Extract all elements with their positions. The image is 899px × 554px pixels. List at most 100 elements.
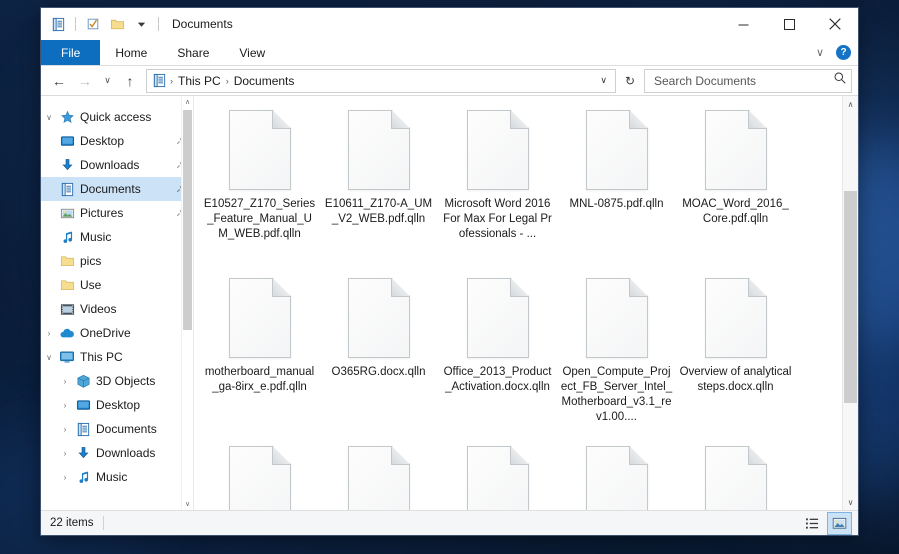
sidebar-item-label: Pictures bbox=[80, 206, 124, 220]
navigation-pane-scrollbar[interactable]: ∧ ∨ bbox=[181, 96, 193, 510]
file-item[interactable] bbox=[438, 442, 557, 510]
file-item[interactable]: motherboard_manual_ga-8irx_e.pdf.qlln bbox=[200, 274, 319, 442]
minimize-button[interactable] bbox=[720, 8, 766, 40]
sidebar-group-this-pc[interactable]: ∨ This PC bbox=[41, 345, 193, 369]
file-item[interactable]: Overview of analytical steps.docx.qlln bbox=[676, 274, 795, 442]
address-dropdown-chevron-down-icon[interactable]: ∨ bbox=[594, 75, 613, 86]
new-folder-icon[interactable] bbox=[107, 14, 127, 34]
collapse-ribbon-chevron-down-icon[interactable]: ∨ bbox=[812, 46, 828, 59]
content-scroll-up-button[interactable]: ∧ bbox=[843, 96, 858, 112]
file-name-label: motherboard_manual_ga-8irx_e.pdf.qlln bbox=[204, 366, 315, 393]
recent-locations-chevron-down-icon[interactable]: ∨ bbox=[99, 70, 116, 92]
refresh-button[interactable]: ↻ bbox=[621, 74, 639, 88]
sidebar-item-documents-pc[interactable]: › Documents bbox=[41, 417, 193, 441]
sidebar-item-music[interactable]: Music bbox=[41, 225, 193, 249]
sidebar-item-label: 3D Objects bbox=[96, 374, 156, 388]
title-bar: Documents bbox=[41, 8, 858, 40]
sidebar-item-label: Music bbox=[80, 230, 112, 244]
sidebar-item-music-pc[interactable]: › Music bbox=[41, 465, 193, 489]
file-item[interactable]: Office_2013_Product_Activation.docx.qlln bbox=[438, 274, 557, 442]
search-box[interactable] bbox=[644, 68, 852, 93]
file-item[interactable]: E10527_Z170_Series_Feature_Manual_UM_WEB… bbox=[200, 106, 319, 274]
search-input[interactable] bbox=[652, 72, 833, 89]
file-item[interactable]: Microsoft Word 2016 For Max For Legal Pr… bbox=[438, 106, 557, 274]
sidebar-item-downloads-pc[interactable]: › Downloads bbox=[41, 441, 193, 465]
chevron-down-icon[interactable]: ∨ bbox=[41, 113, 57, 122]
back-button[interactable]: ← bbox=[47, 70, 71, 92]
sidebar-item-pics[interactable]: pics bbox=[41, 249, 193, 273]
tab-home[interactable]: Home bbox=[100, 40, 162, 65]
chevron-down-icon[interactable]: ∨ bbox=[41, 353, 57, 362]
sidebar-item-use[interactable]: Use bbox=[41, 273, 193, 297]
up-button[interactable]: ↑ bbox=[118, 70, 142, 92]
blank-file-icon bbox=[466, 109, 530, 190]
content-scroll-down-button[interactable]: ∨ bbox=[843, 494, 858, 510]
sidebar-group-onedrive[interactable]: › OneDrive bbox=[41, 321, 193, 345]
ribbon-tabs: File Home Share View ∨ ? bbox=[41, 40, 858, 66]
music-icon bbox=[57, 230, 77, 245]
tab-file[interactable]: File bbox=[41, 40, 101, 65]
chevron-right-icon[interactable]: › bbox=[57, 377, 73, 386]
sidebar-group-quick-access[interactable]: ∨ Quick access bbox=[41, 105, 193, 129]
sidebar-item-downloads[interactable]: Downloads bbox=[41, 153, 193, 177]
file-list-pane[interactable]: E10527_Z170_Series_Feature_Manual_UM_WEB… bbox=[194, 96, 858, 510]
file-item[interactable]: O365RG.docx.qlln bbox=[319, 274, 438, 442]
blank-file-icon bbox=[585, 277, 649, 358]
tab-view[interactable]: View bbox=[224, 40, 280, 65]
cube-icon bbox=[73, 374, 93, 389]
forward-button[interactable]: → bbox=[73, 70, 97, 92]
desktop-icon bbox=[57, 134, 77, 149]
chevron-right-icon[interactable]: › bbox=[57, 449, 73, 458]
monitor-icon bbox=[57, 350, 77, 365]
file-item[interactable]: Open_Compute_Project_FB_Server_Intel_Mot… bbox=[557, 274, 676, 442]
file-name-label: Open_Compute_Project_FB_Server_Intel_Mot… bbox=[560, 366, 673, 423]
close-button[interactable] bbox=[812, 8, 858, 40]
sidebar-item-documents[interactable]: Documents bbox=[41, 177, 193, 201]
file-name-label: O365RG.docx.qlln bbox=[331, 366, 426, 378]
file-item[interactable] bbox=[319, 442, 438, 510]
videos-icon bbox=[57, 302, 77, 317]
nav-scroll-down-button[interactable]: ∨ bbox=[182, 498, 193, 510]
file-item[interactable] bbox=[200, 442, 319, 510]
chevron-right-icon[interactable]: › bbox=[57, 473, 73, 482]
explorer-body: ∨ Quick access Desktop Downloads Documen… bbox=[41, 95, 858, 510]
sidebar-item-desktop[interactable]: Desktop bbox=[41, 129, 193, 153]
breadcrumb-this-pc[interactable]: This PC bbox=[174, 74, 225, 88]
customize-qat-chevron-down-icon[interactable] bbox=[131, 14, 151, 34]
file-item[interactable] bbox=[557, 442, 676, 510]
file-item[interactable] bbox=[676, 442, 795, 510]
maximize-button[interactable] bbox=[766, 8, 812, 40]
chevron-right-icon[interactable]: › bbox=[57, 425, 73, 434]
tab-share[interactable]: Share bbox=[162, 40, 224, 65]
content-scrollbar[interactable]: ∧ ∨ bbox=[842, 96, 858, 510]
item-count-label: 22 items bbox=[50, 517, 94, 529]
content-scrollbar-thumb[interactable] bbox=[844, 191, 857, 403]
nav-scrollbar-thumb[interactable] bbox=[183, 110, 192, 330]
blank-file-icon bbox=[466, 277, 530, 358]
sidebar-item-pictures[interactable]: Pictures bbox=[41, 201, 193, 225]
nav-scroll-up-button[interactable]: ∧ bbox=[182, 96, 193, 108]
search-icon[interactable] bbox=[833, 71, 847, 90]
view-buttons bbox=[801, 511, 852, 535]
blank-file-icon bbox=[704, 445, 768, 510]
sidebar-item-label: Downloads bbox=[96, 446, 156, 460]
blank-file-icon bbox=[704, 277, 768, 358]
properties-icon[interactable] bbox=[83, 14, 103, 34]
sidebar-item-videos[interactable]: Videos bbox=[41, 297, 193, 321]
address-bar[interactable]: › This PC › Documents ∨ bbox=[146, 68, 616, 93]
blank-file-icon bbox=[347, 277, 411, 358]
sidebar-item-desktop-pc[interactable]: › Desktop bbox=[41, 393, 193, 417]
chevron-right-icon[interactable]: › bbox=[41, 329, 57, 338]
documents-icon[interactable] bbox=[48, 14, 68, 34]
file-item[interactable]: MOAC_Word_2016_Core.pdf.qlln bbox=[676, 106, 795, 274]
file-item[interactable]: MNL-0875.pdf.qlln bbox=[557, 106, 676, 274]
details-view-button[interactable] bbox=[801, 513, 824, 534]
breadcrumb-documents[interactable]: Documents bbox=[230, 74, 299, 88]
help-icon[interactable]: ? bbox=[836, 45, 851, 60]
chevron-right-icon[interactable]: › bbox=[57, 401, 73, 410]
sidebar-item-label: Desktop bbox=[96, 398, 141, 412]
large-icons-view-button[interactable] bbox=[827, 511, 852, 535]
sidebar-item-3d-objects[interactable]: › 3D Objects bbox=[41, 369, 193, 393]
file-item[interactable]: E10611_Z170-A_UM_V2_WEB.pdf.qlln bbox=[319, 106, 438, 274]
pictures-icon bbox=[57, 206, 77, 221]
